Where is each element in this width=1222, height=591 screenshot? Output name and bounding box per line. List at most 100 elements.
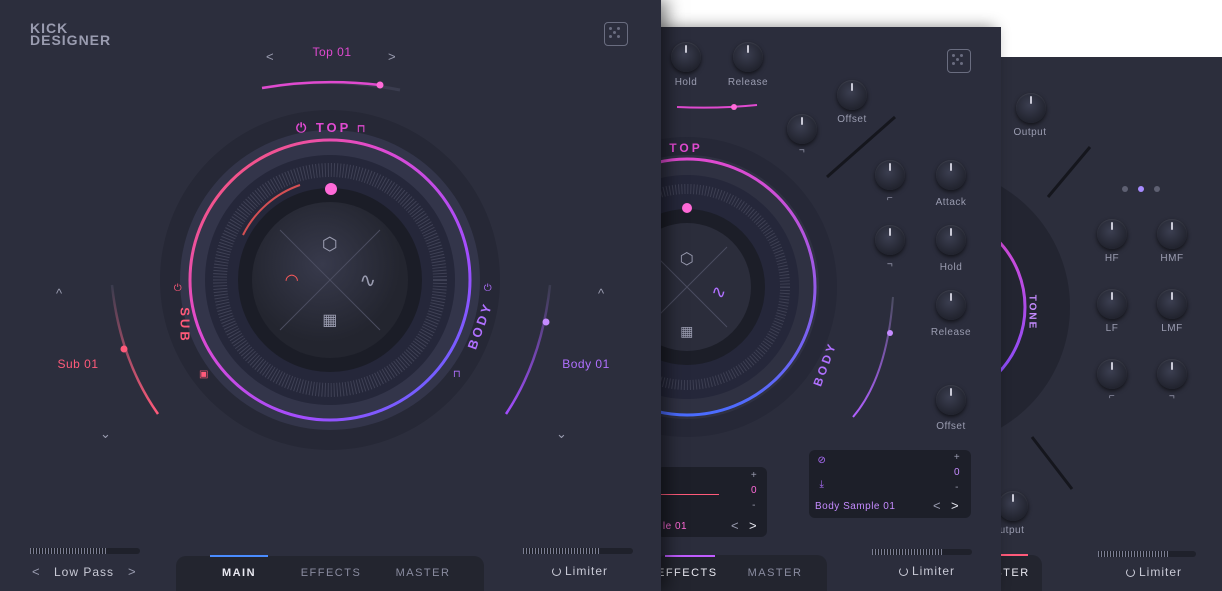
power-icon <box>551 567 561 576</box>
sub-down-arrow[interactable]: ⌄ <box>100 426 111 442</box>
sub-next-arrow[interactable]: > <box>749 518 757 533</box>
top-next-arrow[interactable]: > <box>388 49 396 64</box>
tab-effects[interactable]: EFFECTS <box>657 567 717 579</box>
body-prev-arrow[interactable]: < <box>933 498 941 513</box>
filter-next-arrow[interactable]: > <box>128 564 136 579</box>
sub-prev-arrow[interactable]: < <box>731 518 739 533</box>
body-preset-name[interactable]: Body 01 <box>556 357 616 371</box>
wave-icon[interactable]: ∿ <box>358 268 378 293</box>
grid-icon[interactable]: ▦ <box>320 310 340 330</box>
filter-b-icon: ⌐ <box>886 193 894 204</box>
lf-knob[interactable] <box>1097 289 1127 319</box>
body-power-icon[interactable]: ⏻ <box>481 283 495 294</box>
logo-line2: DESIGNER <box>30 32 112 48</box>
output-label: Output <box>1013 127 1047 138</box>
tone-ring-label: TONE <box>1026 294 1038 331</box>
output-knob-bottom[interactable] <box>998 491 1028 521</box>
wave-icon: ∿ <box>711 282 727 302</box>
limiter-toggle[interactable]: Limiter <box>1114 565 1194 579</box>
lmf-knob[interactable] <box>1157 289 1187 319</box>
top-prev-arrow[interactable]: < <box>266 49 274 64</box>
tab-main[interactable]: MAIN <box>210 567 268 579</box>
hold-knob[interactable] <box>671 42 701 72</box>
release2-label: Release <box>930 327 972 338</box>
filter-knob-b[interactable] <box>875 160 905 190</box>
hf-label: HF <box>1104 253 1120 264</box>
body-lock-icon[interactable]: ⊓ <box>450 369 464 380</box>
logo: KICK DESIGNER <box>30 21 140 48</box>
body-plus[interactable]: + <box>950 452 964 463</box>
sub-minus[interactable]: - <box>747 500 761 511</box>
hmf-knob[interactable] <box>1157 219 1187 249</box>
cube-icon[interactable]: ⬡ <box>320 234 340 255</box>
mute-icon[interactable]: ⊘ <box>815 455 829 466</box>
offset-knob[interactable] <box>837 80 867 110</box>
power-icon <box>898 567 908 576</box>
download-icon[interactable]: ⤓ <box>815 479 829 490</box>
attack-label: Attack <box>935 197 967 208</box>
randomize-dice-icon[interactable] <box>604 22 628 46</box>
filter-knob-a[interactable] <box>787 114 817 144</box>
filter-a-icon: ¬ <box>798 145 806 156</box>
lmf-label: LMF <box>1161 323 1183 334</box>
sub-power-icon[interactable]: ⏻ <box>171 283 185 294</box>
sub-label: SUB <box>177 307 193 344</box>
limiter-meter <box>1098 551 1168 557</box>
sub-up-arrow[interactable]: ^ <box>56 286 62 301</box>
sub-lock-icon[interactable]: ▣ <box>197 369 211 380</box>
top-power-icon[interactable]: ⏻ <box>296 120 316 135</box>
tab-master[interactable]: MASTER <box>745 567 805 579</box>
body-sample-name: Body Sample 01 <box>815 501 896 512</box>
sub-sample-name: le 01 <box>662 521 688 532</box>
highcut-knob[interactable] <box>1157 359 1187 389</box>
limiter-label: Limiter <box>564 564 608 578</box>
lowcut-icon: ⌐ <box>1108 391 1116 402</box>
cube-icon: ⬡ <box>679 251 695 268</box>
gauge-icon[interactable]: ◠ <box>282 270 302 290</box>
lf-label: LF <box>1105 323 1119 334</box>
hold2-knob[interactable] <box>936 225 966 255</box>
filter-c-icon: ¬ <box>886 259 894 270</box>
release2-knob[interactable] <box>936 290 966 320</box>
offset2-label: Offset <box>936 421 966 432</box>
limiter-toggle[interactable]: Limiter <box>540 564 620 578</box>
body-minus[interactable]: - <box>950 482 964 493</box>
effects-panel: Hold Release Offset ¬ ⌐ Attack ¬ Hold Re… <box>657 27 1001 591</box>
attack-knob[interactable] <box>936 160 966 190</box>
tab-indicator <box>210 555 268 557</box>
top-label: TOP <box>315 120 352 135</box>
sub-waveform <box>657 494 719 495</box>
offset2-knob[interactable] <box>936 385 966 415</box>
filter-type[interactable]: Low Pass <box>48 565 120 579</box>
limiter-meter <box>523 548 601 554</box>
body-next-arrow[interactable]: > <box>951 498 959 513</box>
body-down-arrow[interactable]: ⌄ <box>556 426 567 442</box>
output-knob[interactable] <box>1016 93 1046 123</box>
tab-indicator <box>665 555 715 557</box>
limiter-toggle[interactable]: Limiter <box>887 564 967 578</box>
tab-master[interactable]: MASTER <box>390 567 456 579</box>
hf-knob[interactable] <box>1097 219 1127 249</box>
main-panel: KICK DESIGNER < Top 01 > ⏻ TOP ⊓ SUB ⏻ ▣ … <box>0 0 661 591</box>
lowcut-knob[interactable] <box>1097 359 1127 389</box>
filter-prev-arrow[interactable]: < <box>32 564 40 579</box>
limiter-meter <box>872 549 944 555</box>
offset-label: Offset <box>837 114 867 125</box>
top-lock-icon[interactable]: ⊓ <box>351 120 368 135</box>
sub-value: 0 <box>750 485 758 496</box>
sub-preset-name[interactable]: Sub 01 <box>48 357 108 371</box>
grid-icon: ▦ <box>680 323 694 339</box>
hold-label: Hold <box>674 77 698 88</box>
release-knob[interactable] <box>733 42 763 72</box>
sub-plus[interactable]: + <box>747 470 761 481</box>
randomize-dice-icon[interactable] <box>947 49 971 73</box>
sub-ring-label: SUB <box>178 291 193 361</box>
body-up-arrow[interactable]: ^ <box>598 286 604 301</box>
highcut-icon: ¬ <box>1168 391 1176 402</box>
top-preset-name[interactable]: Top 01 <box>290 45 374 59</box>
limiter-label: Limiter <box>1138 565 1182 579</box>
tab-effects[interactable]: EFFECTS <box>296 567 366 579</box>
top-ring-label: TOP <box>669 141 703 155</box>
hold2-label: Hold <box>939 262 963 273</box>
filter-knob-c[interactable] <box>875 225 905 255</box>
